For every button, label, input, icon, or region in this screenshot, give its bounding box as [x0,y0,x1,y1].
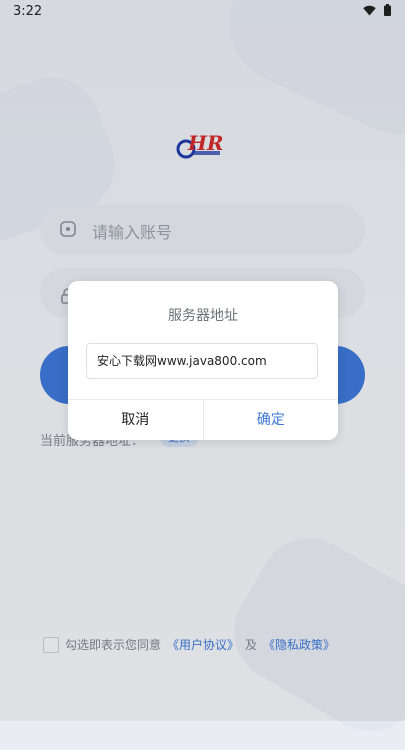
cancel-button[interactable]: 取消 [68,400,204,440]
server-address-dialog: 服务器地址 安心下载网www.java800.com 取消 确定 [68,281,338,440]
dialog-buttons: 取消 确定 [68,399,338,440]
server-address-input[interactable]: 安心下载网www.java800.com [86,343,318,379]
dialog-title: 服务器地址 [168,308,238,324]
confirm-button[interactable]: 确定 [204,400,339,440]
